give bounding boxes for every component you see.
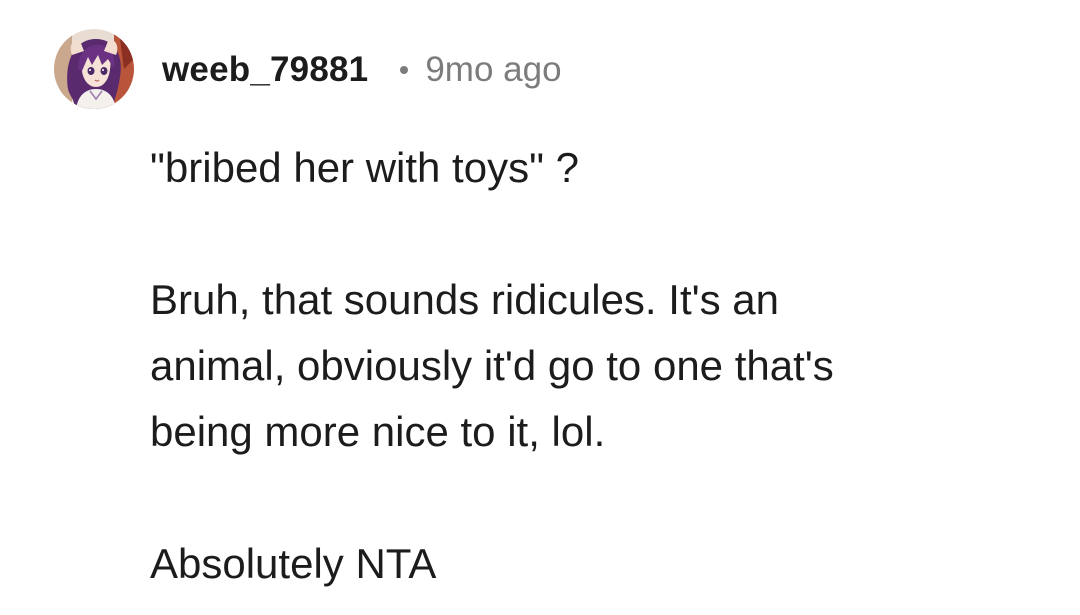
- comment-line: Absolutely NTA: [150, 540, 437, 587]
- comment-paragraph: "bribed her with toys" ?: [150, 135, 1050, 201]
- username-link[interactable]: weeb_79881: [162, 50, 368, 90]
- comment-header: weeb_79881 9mo ago: [162, 46, 562, 94]
- comment-line: animal, obviously it'd go to one that's: [150, 342, 834, 389]
- comment-line: "bribed her with toys" ?: [150, 144, 580, 191]
- comment-line: being more nice to it, lol.: [150, 408, 606, 455]
- comment-paragraph: Absolutely NTA: [150, 531, 1050, 597]
- comment: weeb_79881 9mo ago "bribed her with toys…: [0, 0, 1080, 615]
- timestamp: 9mo ago: [425, 50, 562, 89]
- separator-dot-icon: [400, 66, 409, 74]
- comment-line: Bruh, that sounds ridicules. It's an: [150, 276, 780, 323]
- anime-avatar-icon: [54, 29, 134, 109]
- comment-paragraph: Bruh, that sounds ridicules. It's an ani…: [150, 267, 1050, 465]
- comment-body: "bribed her with toys" ? Bruh, that soun…: [150, 135, 1050, 597]
- user-avatar[interactable]: [54, 29, 134, 109]
